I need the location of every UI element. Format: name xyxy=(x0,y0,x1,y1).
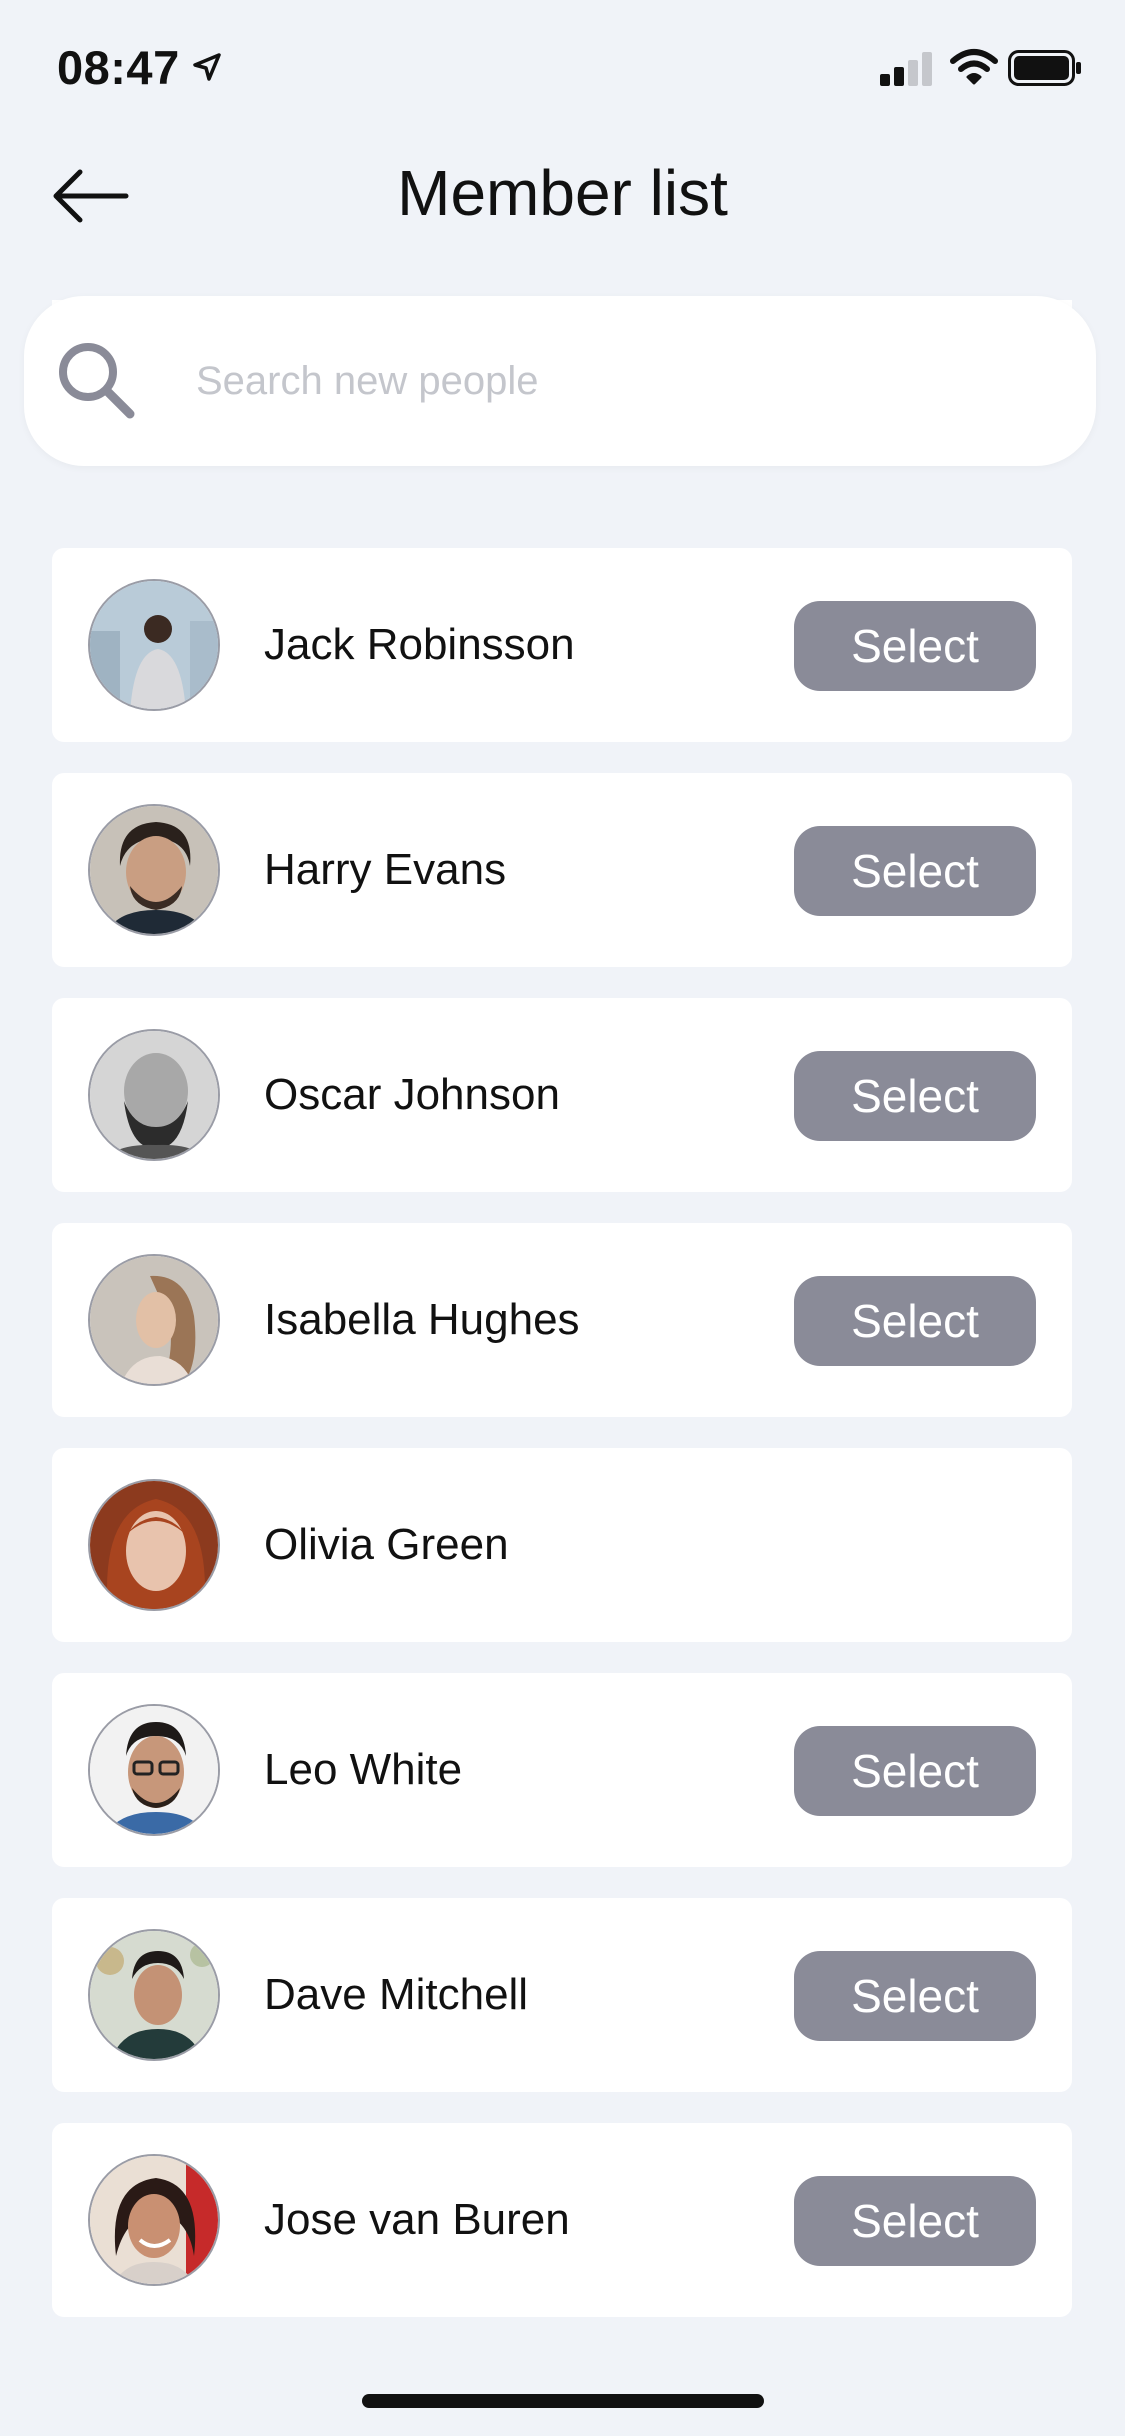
page-title: Member list xyxy=(397,157,728,229)
cellular-signal-icon xyxy=(880,52,934,91)
select-button[interactable]: Select xyxy=(794,1726,1036,1816)
list-item: Oscar Johnson Select xyxy=(52,998,1072,1192)
avatar xyxy=(88,1254,220,1386)
member-name: Leo White xyxy=(264,1745,463,1794)
member-name: Jack Robinsson xyxy=(264,620,575,669)
list-item: Jose van Buren Select xyxy=(52,2123,1072,2317)
list-item: Isabella Hughes Select xyxy=(52,1223,1072,1417)
member-name: Jose van Buren xyxy=(264,2195,570,2244)
member-name: Oscar Johnson xyxy=(264,1070,560,1119)
list-item: Jack Robinsson Select xyxy=(52,548,1072,742)
avatar xyxy=(88,1479,220,1611)
avatar xyxy=(88,2154,220,2286)
select-button[interactable]: Select xyxy=(794,1276,1036,1366)
list-item: Olivia Green xyxy=(52,1448,1072,1642)
search-icon xyxy=(54,338,140,429)
avatar xyxy=(88,804,220,936)
select-button[interactable]: Select xyxy=(794,1951,1036,2041)
member-name: Isabella Hughes xyxy=(264,1295,580,1344)
select-button[interactable]: Select xyxy=(794,2176,1036,2266)
list-item: Dave Mitchell Select xyxy=(52,1898,1072,2092)
avatar xyxy=(88,1704,220,1836)
select-button[interactable]: Select xyxy=(794,826,1036,916)
avatar xyxy=(88,1929,220,2061)
nav-bar: Member list xyxy=(0,150,1125,260)
search-input[interactable] xyxy=(174,336,1054,426)
select-button[interactable]: Select xyxy=(794,1051,1036,1141)
member-name: Harry Evans xyxy=(264,845,507,894)
status-time: 08:47 xyxy=(57,41,180,94)
battery-icon xyxy=(1008,50,1084,91)
member-name: Dave Mitchell xyxy=(264,1970,529,2019)
avatar xyxy=(88,1029,220,1161)
member-list: Jack Robinsson Select Harry Evans Select xyxy=(52,300,1072,2330)
list-item: Leo White Select xyxy=(52,1673,1072,1867)
home-indicator xyxy=(362,2394,764,2408)
wifi-icon xyxy=(950,48,998,91)
member-name: Olivia Green xyxy=(264,1520,509,1569)
location-arrow-icon xyxy=(192,52,222,87)
select-button[interactable]: Select xyxy=(794,601,1036,691)
list-item: Harry Evans Select xyxy=(52,773,1072,967)
status-bar: 08:47 xyxy=(0,0,1125,132)
search-bar[interactable] xyxy=(24,296,1096,466)
avatar xyxy=(88,579,220,711)
